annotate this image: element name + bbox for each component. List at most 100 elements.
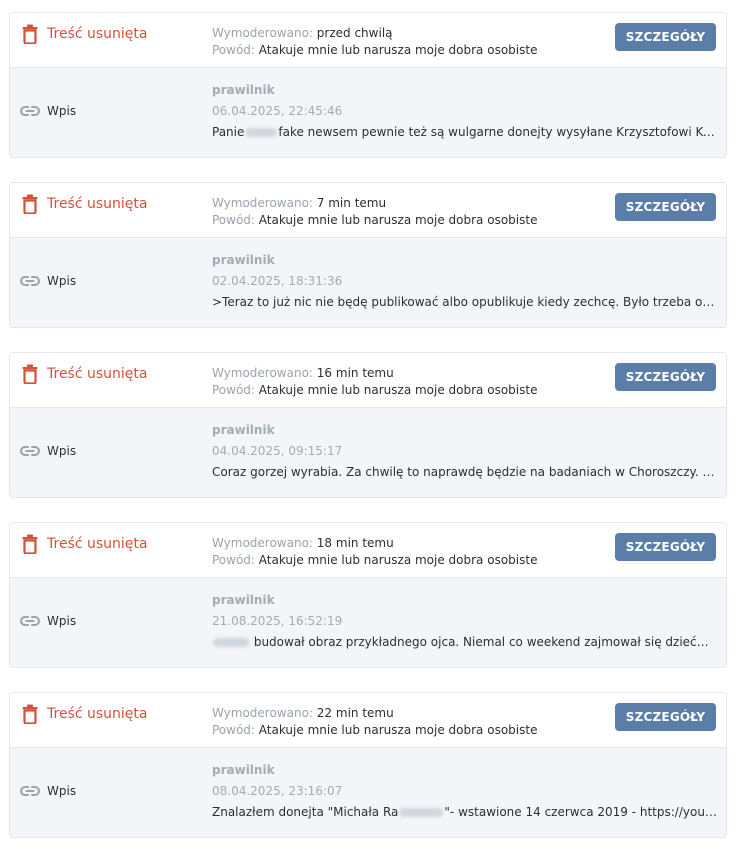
link-icon [20, 275, 40, 287]
link-icon [20, 785, 40, 797]
moderated-key: Wymoderowano: [212, 26, 313, 40]
card-body: Wpis prawilnik 02.04.2025, 18:31:36 >Ter… [10, 238, 726, 327]
card-body: Wpis prawilnik 21.08.2025, 16:52:19 budo… [10, 578, 726, 667]
moderated-time: 18 min temu [316, 536, 394, 550]
excerpt-text: Panie [212, 125, 245, 139]
moderated-key: Wymoderowano: [212, 536, 313, 550]
redacted-text [213, 638, 249, 647]
excerpt-text: fake newsem pewnie też są wulgarne donej… [278, 125, 717, 139]
post-date: 21.08.2025, 16:52:19 [212, 614, 343, 628]
card-header: Treść usunięta Wymoderowano: 22 min temu… [10, 693, 726, 748]
excerpt-text: budował obraz przykładnego ojca. Niemal … [253, 635, 717, 649]
post-excerpt[interactable]: Znalazłem donejta "Michała Ra "- wstawion… [212, 804, 717, 820]
link-icon [20, 445, 40, 457]
details-button[interactable]: SZCZEGÓŁY [615, 533, 716, 561]
link-icon [20, 105, 40, 117]
moderation-card: Treść usunięta Wymoderowano: 22 min temu… [9, 692, 727, 838]
post-author[interactable]: prawilnik [212, 762, 717, 778]
content-type: Wpis [20, 614, 76, 628]
post-date: 04.04.2025, 09:15:17 [212, 444, 343, 458]
post-preview: prawilnik 06.04.2025, 22:45:46 Panie fake… [212, 82, 717, 140]
link-icon [20, 615, 40, 627]
moderation-list: Treść usunięta Wymoderowano: przed chwil… [0, 0, 738, 849]
moderation-card: Treść usunięta Wymoderowano: przed chwil… [9, 12, 727, 158]
post-excerpt[interactable]: Panie fake newsem pewnie też są wulgarne … [212, 124, 717, 140]
reason-key: Powód: [212, 213, 255, 227]
moderation-card: Treść usunięta Wymoderowano: 7 min temu … [9, 182, 727, 328]
trash-icon [22, 194, 38, 214]
status: Treść usunięta [22, 704, 147, 724]
moderation-info: Wymoderowano: 16 min temu Powód: Atakuje… [212, 365, 537, 399]
post-author[interactable]: prawilnik [212, 82, 717, 98]
excerpt-text: Znalazłem donejta "Michała Ra [212, 805, 399, 819]
moderated-time: 16 min temu [316, 366, 394, 380]
type-label: Wpis [47, 784, 77, 798]
card-header: Treść usunięta Wymoderowano: 18 min temu… [10, 523, 726, 578]
moderation-info: Wymoderowano: 7 min temu Powód: Atakuje … [212, 195, 537, 229]
status: Treść usunięta [22, 364, 147, 384]
status: Treść usunięta [22, 194, 147, 214]
reason-key: Powód: [212, 383, 255, 397]
card-body: Wpis prawilnik 08.04.2025, 23:16:07 Znal… [10, 748, 726, 837]
trash-icon [22, 24, 38, 44]
post-date: 08.04.2025, 23:16:07 [212, 784, 343, 798]
post-date: 02.04.2025, 18:31:36 [212, 274, 343, 288]
post-author[interactable]: prawilnik [212, 592, 717, 608]
status-label: Treść usunięta [47, 196, 148, 212]
redacted-text [245, 128, 278, 137]
moderation-card: Treść usunięta Wymoderowano: 16 min temu… [9, 352, 727, 498]
status-label: Treść usunięta [47, 536, 148, 552]
reason-value: Atakuje mnie lub narusza moje dobra osob… [258, 723, 538, 737]
type-label: Wpis [47, 614, 77, 628]
card-body: Wpis prawilnik 06.04.2025, 22:45:46 Pani… [10, 68, 726, 157]
post-date: 06.04.2025, 22:45:46 [212, 104, 343, 118]
reason-value: Atakuje mnie lub narusza moje dobra osob… [258, 213, 538, 227]
post-preview: prawilnik 02.04.2025, 18:31:36 >Teraz to… [212, 252, 717, 310]
moderation-card: Treść usunięta Wymoderowano: 18 min temu… [9, 522, 727, 668]
type-label: Wpis [47, 104, 77, 118]
post-excerpt[interactable]: budował obraz przykładnego ojca. Niemal … [212, 634, 717, 650]
excerpt-text: >Teraz to już nic nie będę publikować al… [212, 295, 717, 309]
card-body: Wpis prawilnik 04.04.2025, 09:15:17 Cora… [10, 408, 726, 497]
status-label: Treść usunięta [47, 26, 148, 42]
details-button[interactable]: SZCZEGÓŁY [615, 23, 716, 51]
moderation-info: Wymoderowano: 22 min temu Powód: Atakuje… [212, 705, 537, 739]
status-label: Treść usunięta [47, 706, 148, 722]
reason-key: Powód: [212, 553, 255, 567]
content-type: Wpis [20, 444, 76, 458]
post-preview: prawilnik 04.04.2025, 09:15:17 Coraz gor… [212, 422, 717, 480]
content-type: Wpis [20, 104, 76, 118]
excerpt-text: Coraz gorzej wyrabia. Za chwilę to napra… [212, 465, 717, 479]
status-label: Treść usunięta [47, 366, 148, 382]
post-author[interactable]: prawilnik [212, 422, 717, 438]
post-preview: prawilnik 08.04.2025, 23:16:07 Znalazłem… [212, 762, 717, 820]
post-author[interactable]: prawilnik [212, 252, 717, 268]
redacted-text [399, 808, 444, 817]
moderation-info: Wymoderowano: przed chwilą Powód: Atakuj… [212, 25, 537, 59]
card-header: Treść usunięta Wymoderowano: przed chwil… [10, 13, 726, 68]
content-type: Wpis [20, 274, 76, 288]
reason-key: Powód: [212, 723, 255, 737]
status: Treść usunięta [22, 534, 147, 554]
moderated-time: przed chwilą [316, 26, 393, 40]
trash-icon [22, 364, 38, 384]
reason-value: Atakuje mnie lub narusza moje dobra osob… [258, 553, 538, 567]
post-excerpt[interactable]: >Teraz to już nic nie będę publikować al… [212, 294, 717, 310]
reason-value: Atakuje mnie lub narusza moje dobra osob… [258, 43, 538, 57]
trash-icon [22, 704, 38, 724]
moderated-time: 7 min temu [316, 196, 387, 210]
reason-key: Powód: [212, 43, 255, 57]
moderated-key: Wymoderowano: [212, 706, 313, 720]
details-button[interactable]: SZCZEGÓŁY [615, 193, 716, 221]
moderated-time: 22 min temu [316, 706, 394, 720]
moderated-key: Wymoderowano: [212, 366, 313, 380]
reason-value: Atakuje mnie lub narusza moje dobra osob… [258, 383, 538, 397]
details-button[interactable]: SZCZEGÓŁY [615, 703, 716, 731]
excerpt-text: - wstawione 14 czerwca 2019 - https://yo… [449, 805, 717, 819]
card-header: Treść usunięta Wymoderowano: 7 min temu … [10, 183, 726, 238]
moderation-info: Wymoderowano: 18 min temu Powód: Atakuje… [212, 535, 537, 569]
details-button[interactable]: SZCZEGÓŁY [615, 363, 716, 391]
post-excerpt[interactable]: Coraz gorzej wyrabia. Za chwilę to napra… [212, 464, 717, 480]
type-label: Wpis [47, 274, 77, 288]
trash-icon [22, 534, 38, 554]
